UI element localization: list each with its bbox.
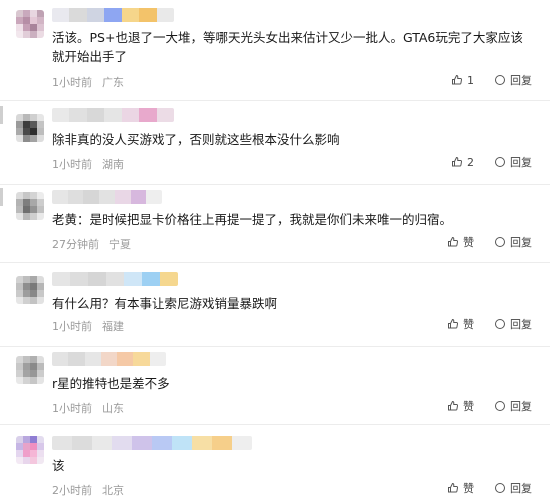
comment-time: 1小时前: [52, 320, 92, 333]
like-button[interactable]: 赞: [447, 234, 474, 250]
reply-bubble-icon: [495, 319, 505, 329]
thumbs-up-icon: [448, 236, 458, 247]
comment-text: 老黄：是时候把显卡价格往上再提一提了，我就是你们未来唯一的归宿。: [52, 212, 453, 227]
comment-actions: 赞 回复: [447, 316, 532, 332]
thumbs-up-icon: [448, 482, 458, 493]
username-blurred[interactable]: [52, 436, 252, 450]
like-label: 赞: [463, 318, 474, 331]
comment-actions: 赞 回复: [447, 398, 532, 414]
comment-item: r星的推特也是差不多 1小时前 山东 赞 回复: [0, 346, 550, 425]
reply-bubble-icon: [495, 401, 505, 411]
like-label: 赞: [463, 400, 474, 413]
comment-item: 活该。PS+也退了一大堆，等哪天光头女出来估计又少一批人。GTA6玩完了大家应该…: [0, 0, 550, 101]
comment-time: 2小时前: [52, 484, 92, 497]
comment-text: 除非真的没人买游戏了，否则就这些根本没什么影响: [52, 132, 340, 147]
thumbs-up-icon: [448, 400, 458, 411]
reply-bubble-icon: [495, 483, 505, 493]
comment-time: 1小时前: [52, 158, 92, 171]
comment-item: 老黄：是时候把显卡价格往上再提一提了，我就是你们未来唯一的归宿。 27分钟前 宁夏…: [0, 184, 550, 263]
comment-text: 该: [52, 458, 65, 473]
comment-time: 1小时前: [52, 76, 92, 89]
username-blurred[interactable]: [52, 352, 166, 366]
comment-item: 该 2小时前 北京 赞 回复: [0, 424, 550, 497]
comment-time: 1小时前: [52, 402, 92, 415]
thread-marker: [0, 106, 3, 124]
username-blurred[interactable]: [52, 272, 178, 286]
like-count: 1: [467, 73, 474, 87]
username-blurred[interactable]: [52, 190, 162, 204]
reply-label: 回复: [510, 400, 532, 413]
reply-bubble-icon: [495, 157, 505, 167]
comment-text: 活该。PS+也退了一大堆，等哪天光头女出来估计又少一批人。GTA6玩完了大家应该…: [52, 30, 523, 64]
like-button[interactable]: 1: [451, 74, 474, 87]
reply-label: 回复: [510, 74, 532, 87]
reply-bubble-icon: [495, 75, 505, 85]
avatar[interactable]: [16, 356, 44, 384]
thumbs-up-icon: [452, 74, 462, 85]
comment-time: 27分钟前: [52, 238, 99, 251]
like-button[interactable]: 2: [451, 156, 474, 169]
thumbs-up-icon: [452, 156, 462, 167]
reply-bubble-icon: [495, 237, 505, 247]
comment-location: 山东: [102, 402, 124, 415]
comment-location: 湖南: [102, 158, 124, 171]
comment-location: 福建: [102, 320, 124, 333]
username-blurred[interactable]: [52, 8, 174, 22]
comment-meta: 1小时前 广东: [52, 74, 124, 90]
comment-meta: 1小时前 福建: [52, 318, 124, 334]
comment-text: 有什么用？有本事让索尼游戏销量暴跌啊: [52, 296, 278, 311]
thread-marker: [0, 188, 3, 206]
comment-meta: 27分钟前 宁夏: [52, 236, 131, 252]
like-label: 赞: [463, 236, 474, 249]
like-button[interactable]: 赞: [447, 316, 474, 332]
reply-button[interactable]: 回复: [494, 234, 532, 250]
avatar[interactable]: [16, 192, 44, 220]
comment-actions: 2 回复: [451, 154, 532, 170]
reply-button[interactable]: 回复: [494, 316, 532, 332]
comment-actions: 赞 回复: [447, 234, 532, 250]
avatar[interactable]: [16, 114, 44, 142]
comment-feed: 活该。PS+也退了一大堆，等哪天光头女出来估计又少一批人。GTA6玩完了大家应该…: [0, 0, 550, 497]
reply-label: 回复: [510, 236, 532, 249]
avatar[interactable]: [16, 10, 44, 38]
reply-label: 回复: [510, 318, 532, 331]
avatar[interactable]: [16, 436, 44, 464]
comment-item: 有什么用？有本事让索尼游戏销量暴跌啊 1小时前 福建 赞 回复: [0, 262, 550, 347]
thumbs-up-icon: [448, 318, 458, 329]
comment-location: 广东: [102, 76, 124, 89]
comment-item: 除非真的没人买游戏了，否则就这些根本没什么影响 1小时前 湖南 2 回复: [0, 100, 550, 185]
like-button[interactable]: 赞: [447, 398, 474, 414]
comment-location: 宁夏: [109, 238, 131, 251]
username-blurred[interactable]: [52, 108, 174, 122]
comment-meta: 1小时前 山东: [52, 400, 124, 416]
comment-location: 北京: [102, 484, 124, 497]
reply-label: 回复: [510, 156, 532, 169]
comment-actions: 1 回复: [451, 72, 532, 88]
comment-meta: 2小时前 北京: [52, 482, 124, 498]
avatar[interactable]: [16, 276, 44, 304]
comment-text: r星的推特也是差不多: [52, 376, 170, 391]
like-count: 2: [467, 155, 474, 169]
reply-button[interactable]: 回复: [494, 72, 532, 88]
reply-button[interactable]: 回复: [494, 398, 532, 414]
reply-button[interactable]: 回复: [494, 154, 532, 170]
comment-meta: 1小时前 湖南: [52, 156, 124, 172]
